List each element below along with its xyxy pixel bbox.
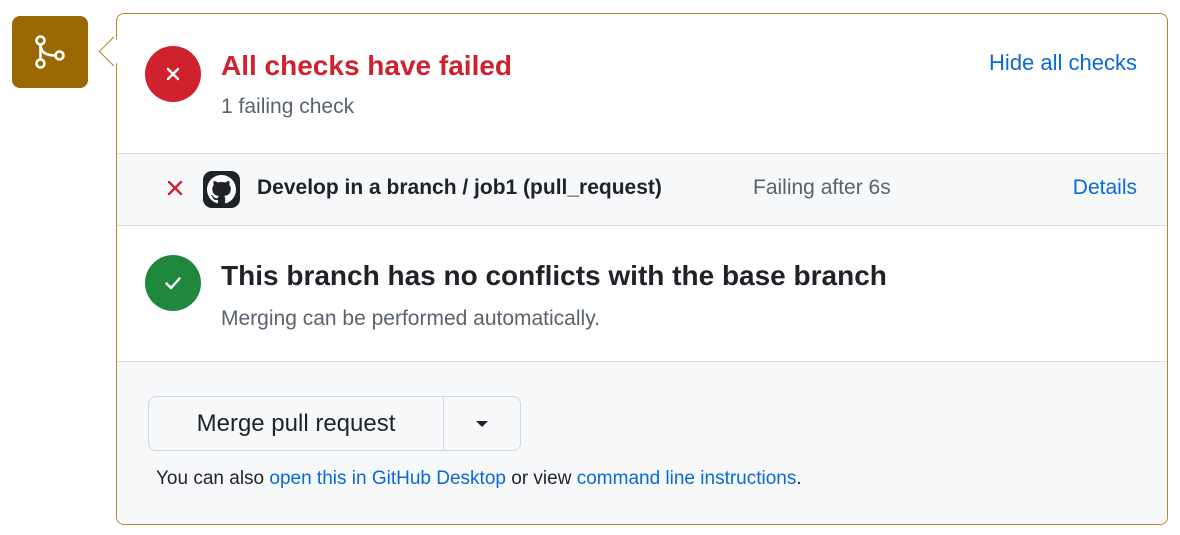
note-middle: or view bbox=[505, 468, 577, 489]
merge-actions: Merge pull request You can also open thi… bbox=[117, 361, 1167, 524]
checks-summary: All checks have failed 1 failing check H… bbox=[117, 14, 1167, 153]
merge-box: All checks have failed 1 failing check H… bbox=[116, 13, 1168, 525]
merge-method-dropdown-button[interactable] bbox=[444, 397, 520, 450]
check-details-link[interactable]: Details bbox=[1073, 176, 1137, 200]
check-row: Develop in a branch / job1 (pull_request… bbox=[117, 153, 1167, 226]
checks-status-subtitle: 1 failing check bbox=[221, 95, 355, 118]
x-icon bbox=[145, 46, 201, 102]
note-prefix: You can also bbox=[156, 468, 270, 489]
triangle-down-icon bbox=[476, 420, 488, 427]
git-merge-icon bbox=[12, 16, 88, 88]
conflict-status bbox=[117, 226, 1167, 361]
check-icon bbox=[145, 255, 201, 311]
check-name: Develop in a branch / job1 (pull_request… bbox=[257, 176, 662, 199]
checks-status-title: All checks have failed bbox=[221, 50, 513, 81]
conflict-status-subtitle: Merging can be performed automatically. bbox=[221, 307, 600, 330]
x-icon bbox=[165, 178, 185, 198]
command-line-instructions-link[interactable]: command line instructions bbox=[577, 468, 797, 489]
note-suffix: . bbox=[796, 468, 802, 489]
github-mark-icon bbox=[203, 171, 240, 208]
check-duration: Failing after 6s bbox=[753, 176, 891, 199]
conflict-status-title: This branch has no conflicts with the ba… bbox=[221, 260, 887, 291]
open-in-desktop-link[interactable]: open this in GitHub Desktop bbox=[269, 468, 506, 489]
merge-alternatives-note: You can also open this in GitHub Desktop… bbox=[156, 468, 802, 490]
hide-all-checks-link[interactable]: Hide all checks bbox=[989, 50, 1137, 76]
merge-pull-request-button[interactable]: Merge pull request bbox=[149, 397, 444, 450]
merge-button-group: Merge pull request bbox=[148, 396, 521, 451]
